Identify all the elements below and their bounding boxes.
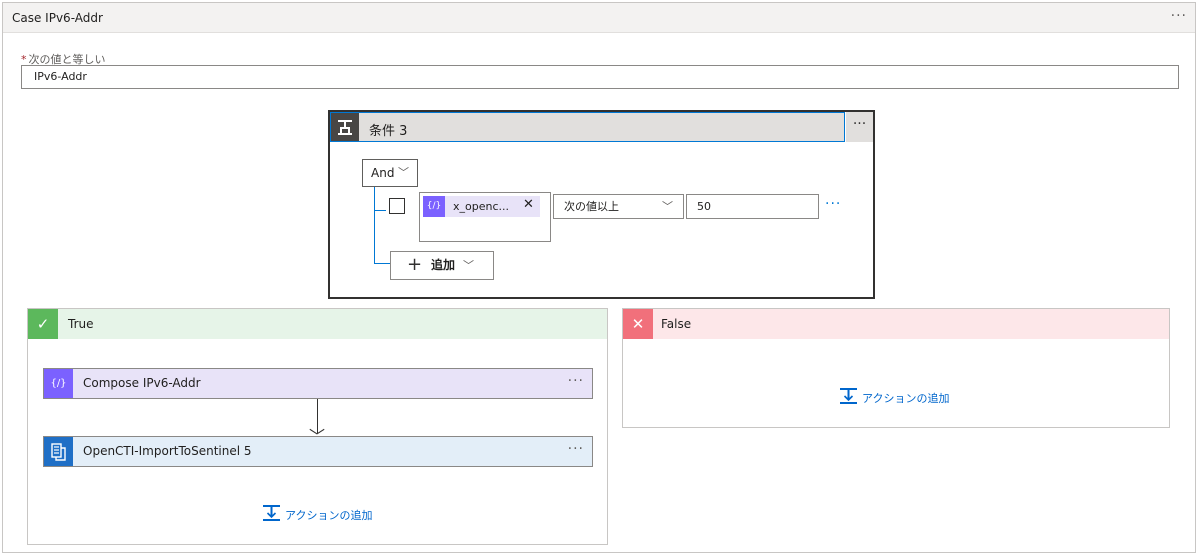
false-branch: ✕ False アクションの追加 xyxy=(622,308,1170,428)
expression-icon: {/} xyxy=(44,369,73,398)
workflow-action[interactable]: OpenCTI-ImportToSentinel 5 ··· xyxy=(43,436,593,467)
workflow-icon xyxy=(44,437,73,466)
row-checkbox[interactable] xyxy=(389,198,405,214)
action-title: OpenCTI-ImportToSentinel 5 xyxy=(83,444,252,458)
add-action-link[interactable]: アクションの追加 xyxy=(840,388,980,408)
add-button[interactable]: + 追加 ﹀ xyxy=(390,251,494,280)
add-action-icon xyxy=(840,388,857,404)
tree-connector xyxy=(374,210,386,211)
condition-title: 条件 3 xyxy=(369,124,408,139)
operator-select[interactable]: 次の値以上 ﹀ xyxy=(553,194,684,219)
expression-icon: {/} xyxy=(423,196,445,217)
add-action-label: アクションの追加 xyxy=(862,392,950,405)
tree-connector xyxy=(374,187,375,264)
case-header[interactable]: Case IPv6-Addr ··· xyxy=(3,3,1195,33)
chevron-down-icon: ﹀ xyxy=(662,200,673,213)
operator-value: 次の値以上 xyxy=(564,200,619,213)
close-icon[interactable]: ✕ xyxy=(523,197,534,212)
condition-icon xyxy=(331,113,359,141)
compose-action[interactable]: {/} Compose IPv6-Addr ··· xyxy=(43,368,593,399)
case-card: Case IPv6-Addr ··· * 次の値と等しい IPv6-Addr 条件… xyxy=(2,2,1196,553)
equals-value-input[interactable]: IPv6-Addr xyxy=(21,65,1179,89)
token-label: x_openc... xyxy=(453,200,509,213)
group-operator-select[interactable]: And ﹀ xyxy=(362,159,418,187)
close-icon: ✕ xyxy=(623,309,653,339)
add-button-label: 追加 xyxy=(431,258,456,272)
dynamic-token[interactable]: {/} x_openc... ✕ xyxy=(423,196,540,217)
condition-header[interactable]: 条件 3 xyxy=(330,112,845,142)
false-branch-header: ✕ False xyxy=(623,309,1169,339)
add-action-icon xyxy=(263,505,280,521)
add-action-label: アクションの追加 xyxy=(285,509,373,522)
action-title: Compose IPv6-Addr xyxy=(83,376,201,390)
case-title: Case IPv6-Addr xyxy=(12,11,103,25)
value-input[interactable]: 50 xyxy=(686,194,819,219)
action-more-button[interactable]: ··· xyxy=(568,373,584,389)
chevron-down-icon: ﹀ xyxy=(398,166,409,179)
row-more-button[interactable]: ··· xyxy=(825,196,841,212)
false-branch-label: False xyxy=(661,317,692,331)
chevron-down-icon: ﹀ xyxy=(463,259,474,272)
condition-card: 条件 3 ··· And ﹀ {/} x_openc... ✕ 次の値以上 ﹀ … xyxy=(328,110,875,299)
group-operator-value: And xyxy=(371,166,395,180)
true-branch-label: True xyxy=(68,317,94,331)
check-icon: ✓ xyxy=(28,309,58,339)
true-branch-header: ✓ True xyxy=(28,309,607,339)
plus-icon: + xyxy=(407,254,423,275)
case-more-button[interactable]: ··· xyxy=(1171,8,1187,24)
operand-input[interactable]: {/} x_openc... ✕ xyxy=(419,192,551,242)
action-more-button[interactable]: ··· xyxy=(568,441,584,457)
add-action-link[interactable]: アクションの追加 xyxy=(263,505,403,525)
true-branch: ✓ True {/} Compose IPv6-Addr ··· ﹀ OpenC… xyxy=(27,308,608,545)
condition-more-button[interactable]: ··· xyxy=(846,112,873,142)
tree-connector xyxy=(374,263,390,264)
